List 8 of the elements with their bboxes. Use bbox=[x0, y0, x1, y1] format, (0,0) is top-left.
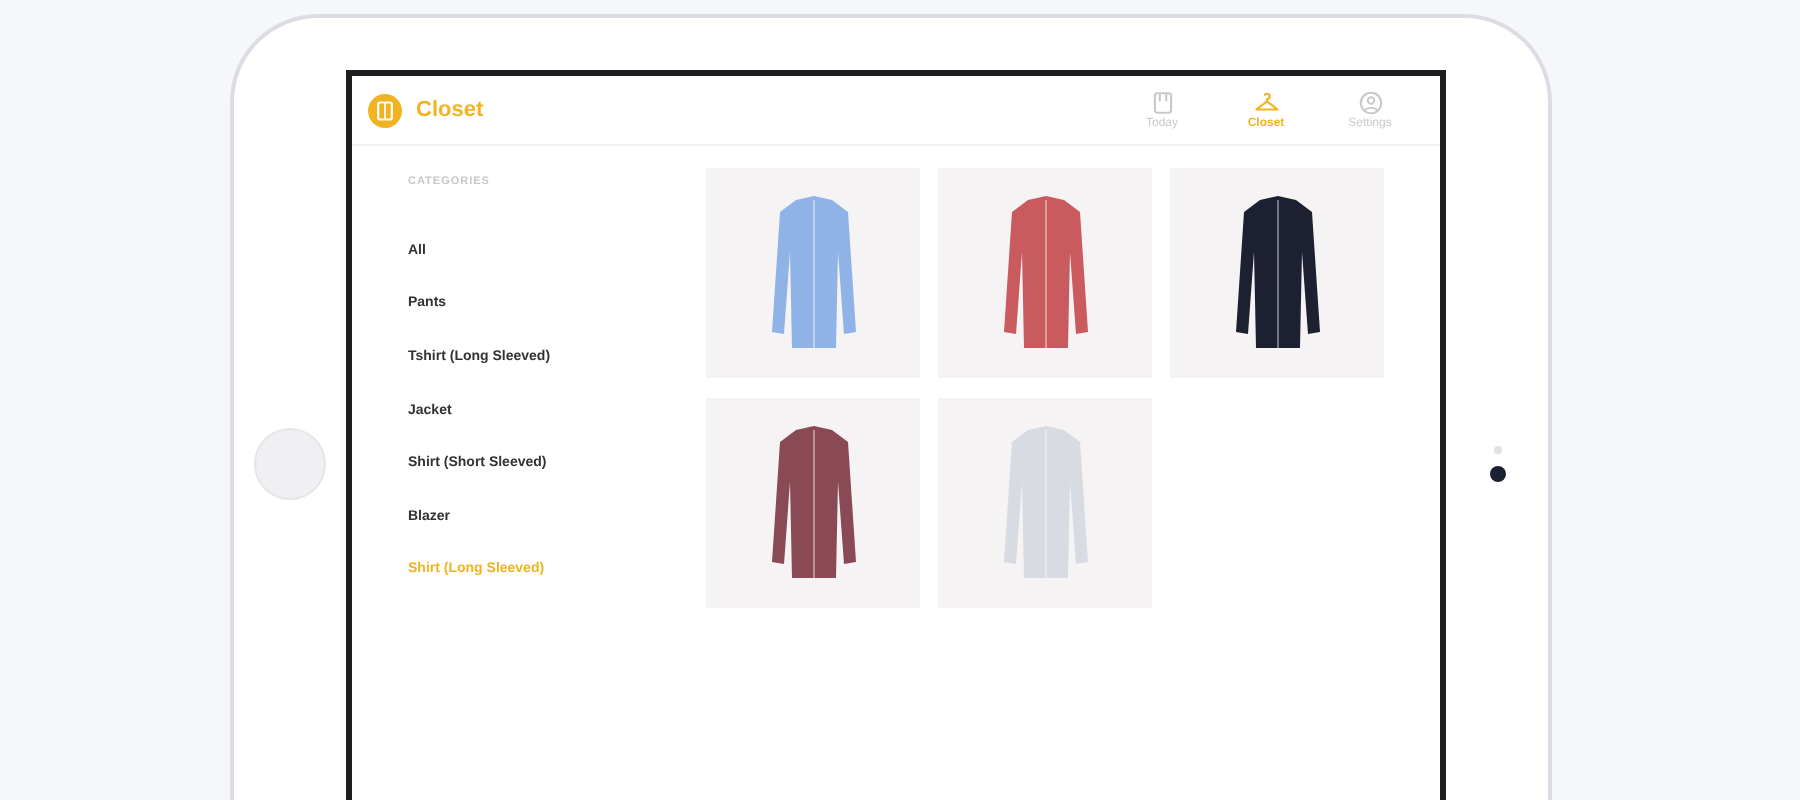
product-photo[interactable] bbox=[706, 398, 920, 608]
calendar-icon bbox=[1149, 90, 1175, 116]
wardrobe-logo-icon bbox=[368, 93, 402, 127]
hanger-icon bbox=[1253, 90, 1279, 116]
camera-dot bbox=[1489, 466, 1505, 482]
app-title: Closet bbox=[416, 98, 486, 122]
product-photo[interactable] bbox=[1170, 168, 1384, 378]
person-icon bbox=[1357, 90, 1383, 116]
